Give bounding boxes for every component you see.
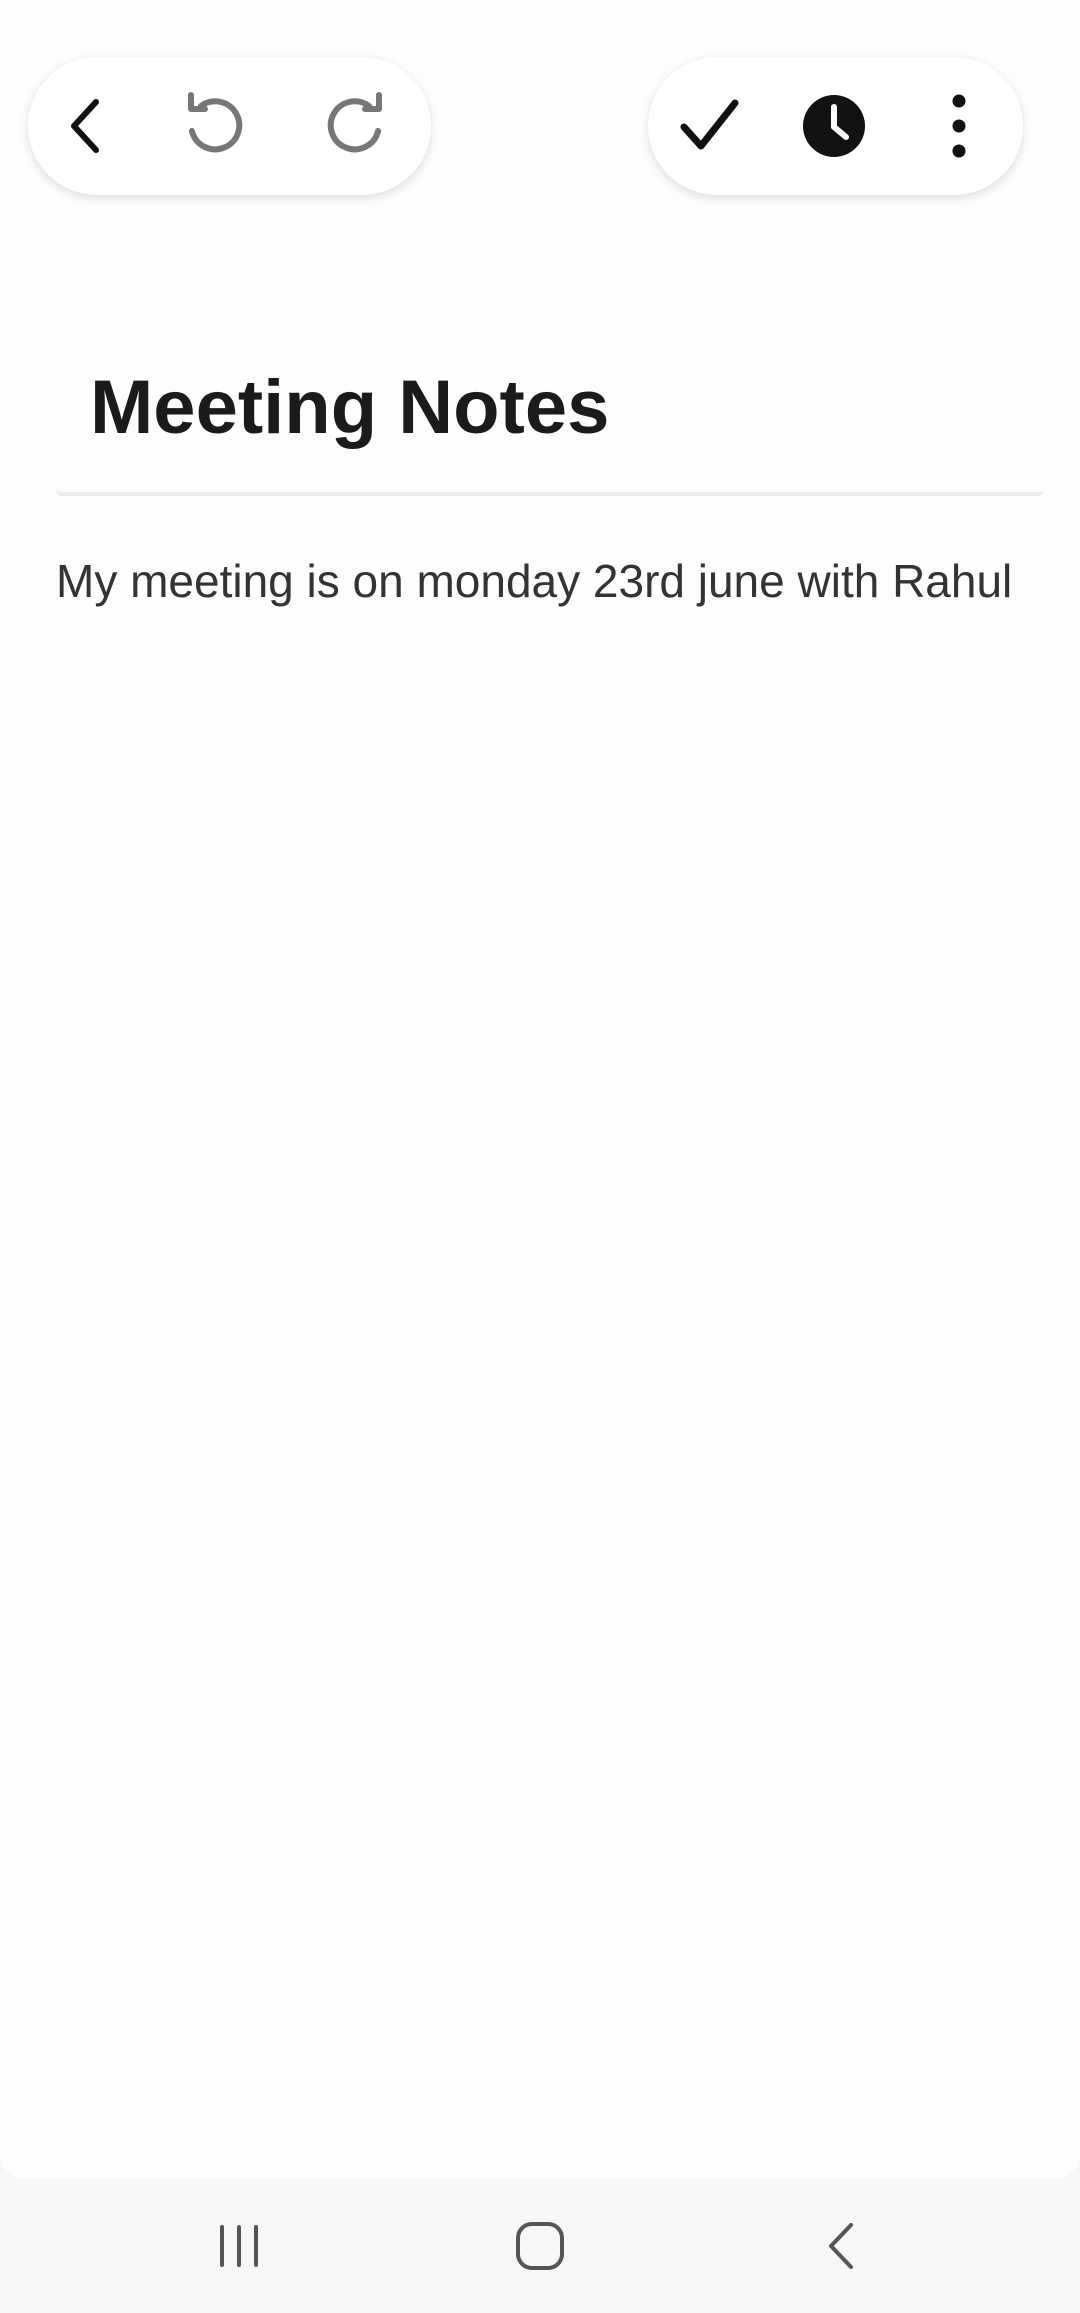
undo-icon bbox=[188, 92, 243, 153]
note-editor: Meeting Notes My meeting is on monday 23… bbox=[0, 0, 1080, 2178]
recent-apps-icon bbox=[220, 2224, 258, 2267]
back-arrow-icon bbox=[71, 99, 99, 153]
nav-back-icon bbox=[829, 2222, 853, 2269]
undo-button[interactable] bbox=[175, 86, 255, 166]
toolbar-right bbox=[648, 57, 1023, 195]
redo-button[interactable] bbox=[315, 86, 395, 166]
note-body[interactable]: My meeting is on monday 23rd june with R… bbox=[56, 541, 1016, 621]
nav-back-button[interactable] bbox=[787, 2201, 897, 2291]
save-button[interactable] bbox=[669, 86, 749, 166]
toolbar-left bbox=[28, 57, 431, 195]
home-icon bbox=[516, 2221, 564, 2270]
recent-apps-button[interactable] bbox=[184, 2201, 294, 2291]
more-vertical-icon bbox=[952, 94, 966, 158]
note-editor-screen: Meeting Notes My meeting is on monday 23… bbox=[0, 0, 1080, 2313]
note-title-field[interactable]: Meeting Notes bbox=[56, 330, 1044, 496]
system-navigation-bar bbox=[0, 2178, 1080, 2313]
home-button[interactable] bbox=[485, 2201, 595, 2291]
checkmark-icon bbox=[680, 99, 739, 150]
back-button[interactable] bbox=[48, 86, 128, 166]
more-options-button[interactable] bbox=[919, 86, 999, 166]
clock-icon bbox=[803, 95, 865, 157]
reminder-button[interactable] bbox=[794, 86, 874, 166]
note-title: Meeting Notes bbox=[90, 365, 610, 450]
redo-icon bbox=[327, 92, 382, 153]
